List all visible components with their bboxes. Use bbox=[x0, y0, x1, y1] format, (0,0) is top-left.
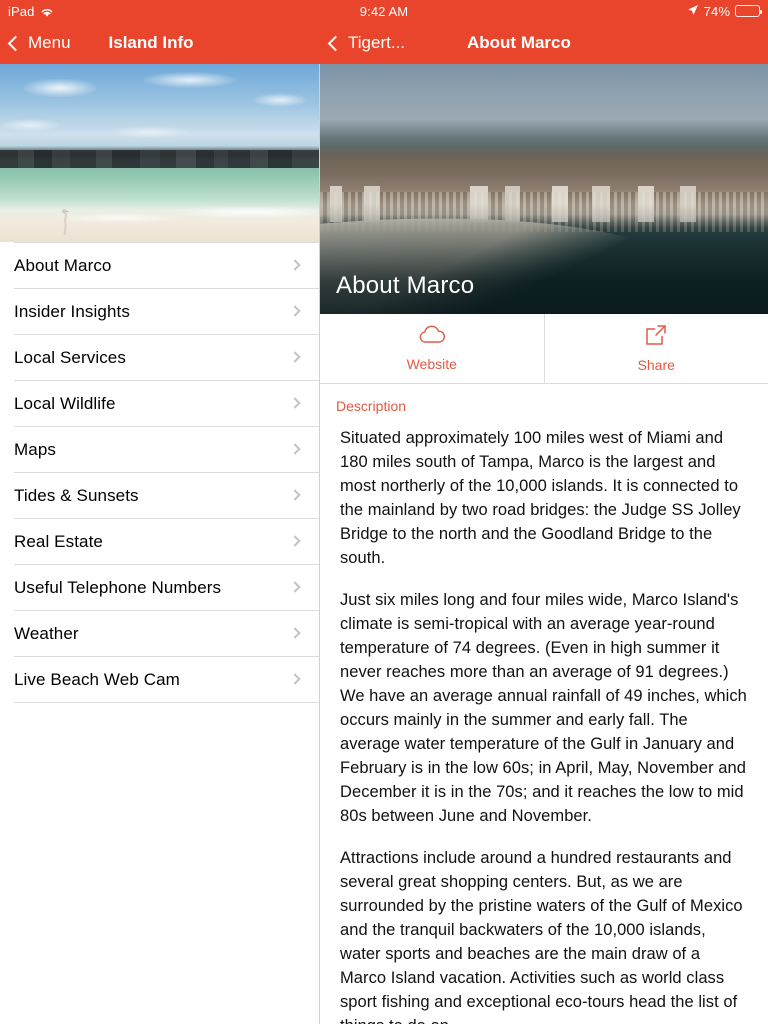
master-pane: About Marco Insider Insights Local Servi… bbox=[0, 64, 320, 1024]
share-button[interactable]: Share bbox=[543, 314, 768, 383]
battery-icon bbox=[735, 5, 762, 17]
hero-skyline bbox=[0, 150, 319, 168]
sidebar-hero-image bbox=[0, 64, 319, 242]
list-item-label: Live Beach Web Cam bbox=[14, 669, 180, 689]
status-bar-right: 74% bbox=[687, 3, 762, 19]
hero-surf bbox=[0, 200, 319, 226]
chevron-right-icon bbox=[289, 626, 301, 639]
status-bar: iPad 9:42 AM 74% bbox=[0, 0, 768, 22]
list-item-label: Useful Telephone Numbers bbox=[14, 577, 222, 597]
navbar-detail: Tigert... About Marco bbox=[320, 22, 768, 64]
status-bar-clock: 9:42 AM bbox=[359, 3, 409, 19]
sidebar-item-real-estate[interactable]: Real Estate bbox=[0, 519, 319, 564]
navbar-master: Menu Island Info bbox=[0, 22, 320, 64]
sidebar-item-tides-and-sunsets[interactable]: Tides & Sunsets bbox=[0, 473, 319, 518]
sidebar-list: About Marco Insider Insights Local Servi… bbox=[0, 242, 319, 703]
chevron-right-icon bbox=[289, 396, 301, 409]
sidebar-item-local-wildlife[interactable]: Local Wildlife bbox=[0, 381, 319, 426]
chevron-left-icon bbox=[7, 35, 24, 52]
description-body: Situated approximately 100 miles west of… bbox=[320, 420, 768, 1024]
sidebar-item-about-marco[interactable]: About Marco bbox=[0, 243, 319, 288]
list-item-label: About Marco bbox=[14, 255, 112, 275]
sidebar-item-maps[interactable]: Maps bbox=[0, 427, 319, 472]
master-title: Island Info bbox=[108, 33, 194, 52]
list-item-label: Local Services bbox=[14, 347, 126, 367]
website-button[interactable]: Website bbox=[320, 314, 544, 383]
share-button-label: Share bbox=[637, 357, 675, 373]
sidebar-item-useful-telephone-numbers[interactable]: Useful Telephone Numbers bbox=[0, 565, 319, 610]
chevron-left-icon bbox=[327, 35, 344, 52]
description-paragraph: Attractions include around a hundred res… bbox=[340, 849, 743, 1024]
chevron-right-icon bbox=[289, 258, 301, 271]
chevron-right-icon bbox=[289, 488, 301, 501]
heron-bird-icon bbox=[60, 208, 69, 236]
menu-back-label: Menu bbox=[28, 33, 71, 52]
list-item-label: Insider Insights bbox=[14, 301, 130, 321]
detail-hero-title: About Marco bbox=[336, 272, 475, 299]
chevron-right-icon bbox=[289, 672, 301, 685]
menu-back-button[interactable]: Menu bbox=[0, 33, 71, 53]
chevron-right-icon bbox=[289, 442, 301, 455]
hero-clouds bbox=[0, 70, 319, 150]
chevron-right-icon bbox=[289, 580, 301, 593]
list-item-label: Real Estate bbox=[14, 531, 103, 551]
sidebar-item-live-beach-web-cam[interactable]: Live Beach Web Cam bbox=[0, 657, 319, 702]
list-item-label: Maps bbox=[14, 439, 56, 459]
chevron-right-icon bbox=[289, 534, 301, 547]
list-item-label: Weather bbox=[14, 623, 79, 643]
battery-percent-label: 74% bbox=[703, 3, 730, 19]
list-item-label: Tides & Sunsets bbox=[14, 485, 139, 505]
description-paragraph: Situated approximately 100 miles west of… bbox=[340, 429, 741, 567]
detail-hero-image: About Marco bbox=[320, 64, 768, 314]
detail-back-label: Tigert... bbox=[348, 33, 405, 52]
chevron-right-icon bbox=[289, 304, 301, 317]
cloud-icon bbox=[417, 325, 447, 350]
location-arrow-icon bbox=[687, 4, 699, 19]
sidebar-item-weather[interactable]: Weather bbox=[0, 611, 319, 656]
description-paragraph: Just six miles long and four miles wide,… bbox=[340, 591, 747, 825]
list-item-label: Local Wildlife bbox=[14, 393, 116, 413]
description-section-label: Description bbox=[336, 398, 407, 414]
sidebar-item-insider-insights[interactable]: Insider Insights bbox=[0, 289, 319, 334]
app-root: iPad 9:42 AM 74% Menu Island Info Tigert… bbox=[0, 0, 768, 1024]
detail-action-bar: Website Share bbox=[320, 314, 768, 384]
detail-title: About Marco bbox=[467, 33, 571, 52]
chevron-right-icon bbox=[289, 350, 301, 363]
sidebar-item-local-services[interactable]: Local Services bbox=[0, 335, 319, 380]
detail-pane: About Marco Website Share Description Si… bbox=[320, 64, 768, 1024]
website-button-label: Website bbox=[406, 356, 457, 372]
share-box-arrow-icon bbox=[645, 324, 667, 351]
list-separator bbox=[14, 702, 319, 703]
detail-back-button[interactable]: Tigert... bbox=[320, 33, 405, 53]
